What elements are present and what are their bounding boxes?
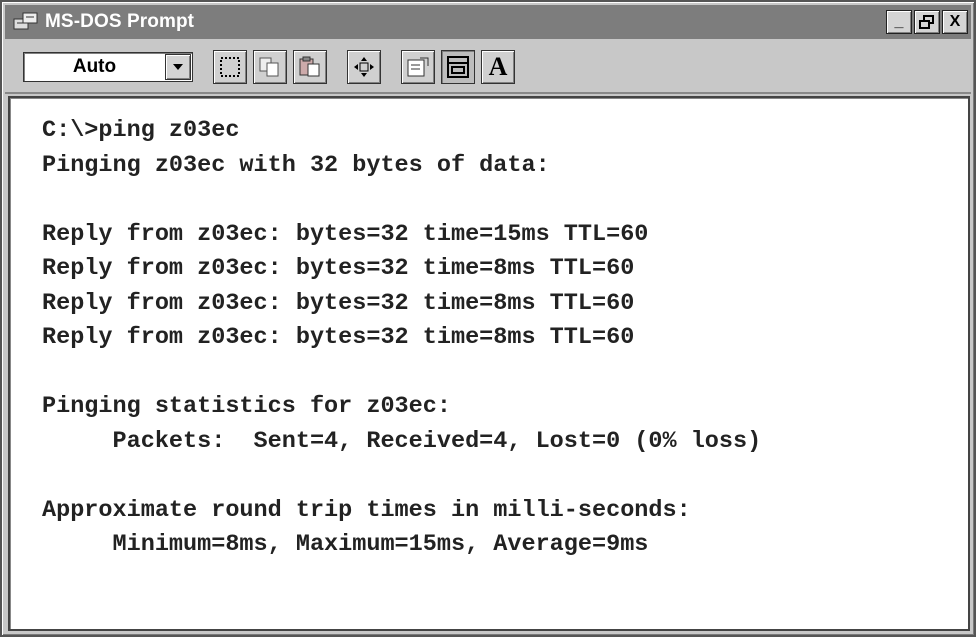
console-line: Reply from z03ec: bytes=32 time=8ms TTL=… [42,255,635,282]
window-controls: _ X [886,10,968,34]
background-icon [447,56,469,78]
console-line: Minimum=8ms, Maximum=15ms, Average=9ms [42,531,649,558]
window-title: MS-DOS Prompt [45,11,195,32]
font-button[interactable]: A [481,50,515,84]
console-line: Reply from z03ec: bytes=32 time=8ms TTL=… [42,289,635,317]
copy-icon [259,57,279,77]
paste-icon [299,56,320,77]
toolbar: Auto A [5,42,971,94]
title-bar[interactable]: MS-DOS Prompt _ X [5,5,971,39]
console-output[interactable]: C:\>ping z03ec Pinging z03ec with 32 byte… [8,96,970,631]
font-size-value: Auto [72,56,117,77]
fullscreen-icon [354,57,374,77]
background-button[interactable] [441,50,475,84]
fullscreen-button[interactable] [347,50,381,84]
close-button[interactable]: X [942,10,968,34]
console-line: Pinging statistics for z03ec: [42,393,451,420]
paste-button[interactable] [293,50,327,84]
msdos-app-icon[interactable] [11,9,41,35]
mark-button[interactable] [213,50,247,84]
console-line: Packets: Sent=4, Received=4, Lost=0 (0% … [42,427,762,455]
restore-icon [919,15,934,29]
minimize-button[interactable]: _ [886,10,912,34]
console-line: Reply from z03ec: bytes=32 time=15ms TTL… [42,220,649,248]
console-line: Approximate round trip times in milli-se… [42,496,691,524]
msdos-window: MS-DOS Prompt _ X Auto A C:\>ping z03ec … [0,0,976,637]
properties-button[interactable] [401,50,435,84]
console-line: C:\>ping z03ec [42,117,240,144]
properties-icon [407,57,429,77]
font-size-select[interactable]: Auto [23,52,193,82]
console-lines: C:\>ping z03ec Pinging z03ec with 32 byte… [42,114,761,563]
console-line: Reply from z03ec: bytes=32 time=8ms TTL=… [42,324,635,351]
font-icon: A [488,52,508,81]
console-line: Pinging z03ec with 32 bytes of data: [42,151,550,179]
mark-icon [220,57,240,77]
copy-button[interactable] [253,50,287,84]
restore-button[interactable] [914,10,940,34]
chevron-down-icon[interactable] [165,54,191,80]
